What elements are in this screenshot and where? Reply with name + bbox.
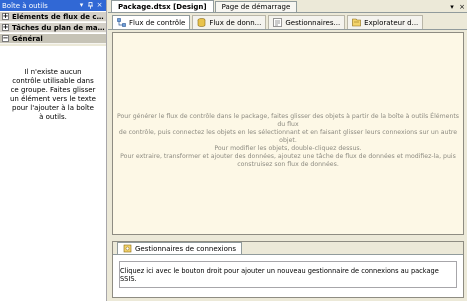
dropdown-icon[interactable]: ▾ [77,1,86,10]
control-flow-icon [117,18,126,27]
connection-managers-area[interactable]: Cliquez ici avec le bouton droit pour aj… [119,261,457,288]
connection-managers-tabbar: Gestionnaires de connexions [113,242,463,255]
tab-label: Flux de donn... [209,18,262,27]
toolbox-section-label: Général [12,34,43,43]
document-area: Package.dtsx [Design] Page de démarrage … [108,0,467,301]
collapse-icon[interactable]: − [2,35,9,42]
tab-start-page[interactable]: Page de démarrage [214,1,298,12]
toolbox-panel: Boîte à outils ▾ × + Éléments de flux de… [0,0,107,301]
expand-icon[interactable]: + [2,24,9,31]
tab-label: Gestionnaires... [285,18,341,27]
connection-managers-panel: Gestionnaires de connexions Cliquez ici … [112,241,464,298]
package-explorer-icon [352,18,361,27]
toolbox-section-control-flow[interactable]: + Éléments de flux de co... [0,11,106,22]
toolbox-title: Boîte à outils [2,1,48,10]
close-icon[interactable]: × [457,1,467,12]
tab-data-flow[interactable]: Flux de donn... [192,15,267,29]
pin-icon[interactable] [86,1,95,10]
control-flow-canvas[interactable]: Pour générer le flux de contrôle dans le… [112,32,464,235]
close-icon[interactable]: × [95,1,104,10]
toolbox-section-label: Tâches du plan de mai... [12,23,106,32]
toolbox-titlebar[interactable]: Boîte à outils ▾ × [0,0,106,11]
tab-label: Flux de contrôle [129,18,186,27]
toolbox-body: Il n'existe aucun contrôle utilisable da… [0,46,106,301]
toolbox-section-maintenance[interactable]: + Tâches du plan de mai... [0,22,106,33]
toolbox-section-label: Éléments de flux de co... [12,12,106,21]
designer-tabbar: Flux de contrôle Flux de donn... Gestion… [108,13,467,30]
tab-event-handlers[interactable]: Gestionnaires... [268,15,346,29]
tab-connection-managers[interactable]: Gestionnaires de connexions [117,242,242,254]
connection-icon [123,244,132,253]
expand-icon[interactable]: + [2,13,9,20]
tab-label: Explorateur d... [364,18,419,27]
hint-line: construisez son flux de données. [237,161,339,168]
tab-control-flow[interactable]: Flux de contrôle [112,15,191,29]
data-flow-icon [198,18,206,27]
event-handlers-icon [273,18,283,27]
hint-line: de contrôle, puis connectez les objets e… [118,129,458,144]
dropdown-icon[interactable]: ▾ [447,1,457,12]
hint-line: Pour extraire, transformer et ajouter de… [120,153,456,160]
connection-managers-message: Cliquez ici avec le bouton droit pour aj… [120,266,439,283]
tab-package-explorer[interactable]: Explorateur d... [347,15,424,29]
hint-line: Pour générer le flux de contrôle dans le… [116,113,460,128]
toolbox-empty-message: Il n'existe aucun contrôle utilisable da… [10,68,96,121]
document-tabbar: Package.dtsx [Design] Page de démarrage … [108,0,467,13]
tab-label: Gestionnaires de connexions [135,244,236,253]
hint-line: Pour modifier les objets, double-cliquez… [214,145,362,152]
tab-package-design[interactable]: Package.dtsx [Design] [111,0,214,12]
canvas-hint: Pour générer le flux de contrôle dans le… [113,113,463,169]
toolbox-section-general[interactable]: − Général [0,33,106,44]
